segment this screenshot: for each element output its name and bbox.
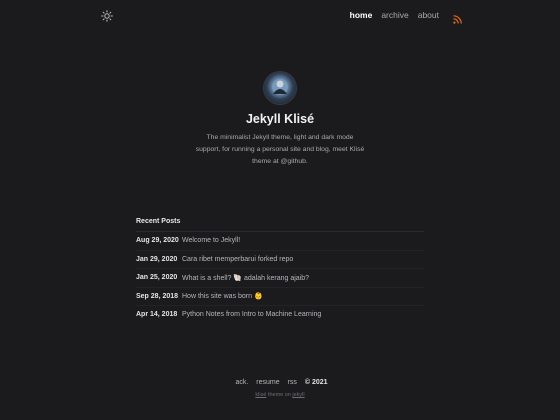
- post-title-link[interactable]: Cara ribet memperbarui forked repo: [182, 256, 293, 263]
- rss-icon[interactable]: [453, 11, 462, 24]
- footer-rss-link[interactable]: rss: [288, 379, 297, 386]
- copyright: © 2021: [304, 379, 328, 386]
- avatar: [264, 72, 296, 104]
- jekyll-credit-link[interactable]: jekyll: [292, 392, 304, 398]
- nav-home-link[interactable]: home: [350, 9, 373, 21]
- post-title-link[interactable]: Python Notes from Intro to Machine Learn…: [182, 311, 321, 318]
- footer-credit: klisé theme on jekyll: [0, 392, 560, 398]
- footer-links: ack. resume rss © 2021: [0, 379, 560, 386]
- post-date: Jan 25, 2020: [136, 274, 178, 282]
- site-description: The minimalist Jekyll theme, light and d…: [195, 134, 365, 165]
- post-date: Sep 28, 2018: [136, 292, 179, 300]
- nav-archive-link[interactable]: archive: [381, 9, 408, 21]
- post-title-link[interactable]: What is a shell? 🐚 adalah kerang ajaib?: [182, 274, 309, 282]
- footer-resume-link[interactable]: resume: [256, 379, 279, 386]
- recent-posts-heading: Recent Posts: [136, 218, 181, 225]
- footer-ack-link[interactable]: ack.: [235, 379, 248, 386]
- list-item[interactable]: Aug 29, 2020 Welcome to Jekyll!: [136, 231, 424, 250]
- list-item[interactable]: Sep 28, 2018 How this site was born 👶: [136, 286, 424, 306]
- nav-links: home archive about: [341, 9, 462, 24]
- post-title-link[interactable]: How this site was born 👶: [182, 292, 263, 300]
- credit-text: theme on: [266, 392, 293, 398]
- top-navbar: home archive about: [0, 0, 560, 30]
- sun-icon[interactable]: [101, 9, 113, 22]
- post-date: Aug 29, 2020: [136, 237, 179, 245]
- list-item[interactable]: Jan 25, 2020 What is a shell? 🐚 adalah k…: [136, 268, 424, 287]
- recent-posts-list: Aug 29, 2020 Welcome to Jekyll! Jan 29, …: [136, 231, 424, 324]
- post-title-link[interactable]: Welcome to Jekyll!: [182, 237, 240, 244]
- site-title: Jekyll Klisé: [245, 112, 315, 126]
- list-item[interactable]: Jan 29, 2020 Cara ribet memperbarui fork…: [136, 249, 424, 269]
- post-date: Jan 29, 2020: [136, 255, 178, 263]
- list-item[interactable]: Apr 14, 2018 Python Notes from Intro to …: [136, 305, 424, 324]
- nav-about-link[interactable]: about: [418, 9, 439, 21]
- post-date: Apr 14, 2018: [136, 311, 178, 319]
- theme-credit-link[interactable]: klisé: [255, 392, 266, 398]
